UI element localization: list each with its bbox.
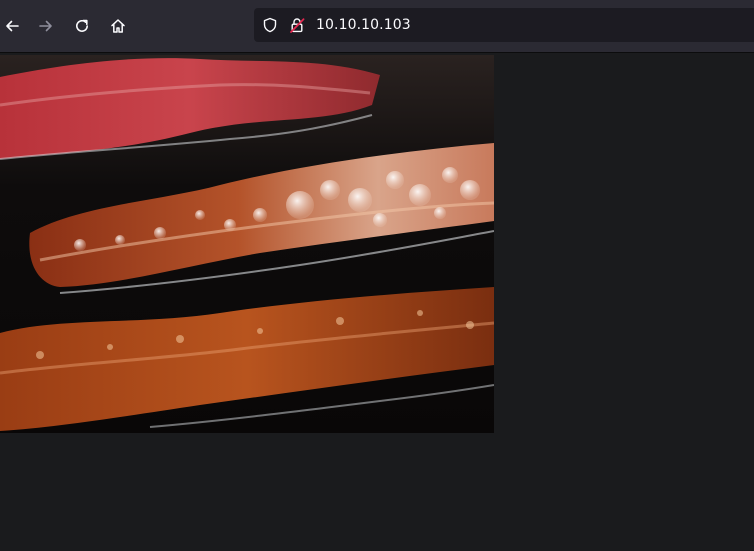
forward-button[interactable] — [30, 10, 62, 42]
home-button[interactable] — [102, 10, 134, 42]
reload-button[interactable] — [66, 10, 98, 42]
back-button[interactable] — [0, 10, 28, 42]
shield-icon[interactable] — [262, 17, 278, 33]
page-content — [0, 53, 754, 551]
insecure-lock-icon[interactable] — [289, 17, 305, 33]
browser-toolbar: 10.10.10.103 — [0, 0, 754, 53]
url-text[interactable]: 10.10.10.103 — [316, 8, 411, 42]
address-bar[interactable]: 10.10.10.103 — [254, 8, 754, 42]
page-image — [0, 55, 494, 433]
reload-icon — [74, 18, 90, 34]
arrow-left-icon — [4, 18, 20, 34]
page-image-graphic — [0, 55, 494, 433]
arrow-right-icon — [38, 18, 54, 34]
home-icon — [110, 18, 126, 34]
